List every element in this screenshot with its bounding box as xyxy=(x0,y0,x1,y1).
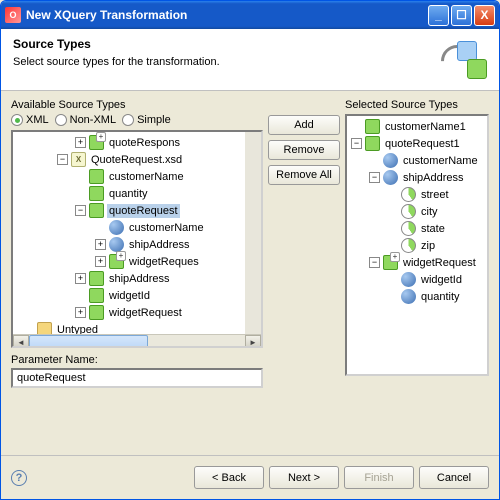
tree-node[interactable]: +quoteRespons xyxy=(13,134,245,151)
tree-node-selected[interactable]: −quoteRequest xyxy=(13,202,245,219)
radio-xml[interactable]: XML xyxy=(11,114,49,126)
cancel-button[interactable]: Cancel xyxy=(419,466,489,489)
tree-node[interactable]: customerName xyxy=(13,219,245,236)
tree-node[interactable]: +shipAddress xyxy=(13,236,245,253)
attribute-icon xyxy=(109,237,124,252)
window-title: New XQuery Transformation xyxy=(26,8,426,22)
tree-node[interactable]: customerName xyxy=(13,168,245,185)
tree-node[interactable]: street xyxy=(349,186,485,203)
tree-node[interactable]: +widgetReques xyxy=(13,253,245,270)
available-label: Available Source Types xyxy=(11,99,263,111)
element-plus-icon xyxy=(109,254,124,269)
tree-node[interactable]: quantity xyxy=(13,185,245,202)
field-icon xyxy=(401,204,416,219)
expand-icon[interactable]: + xyxy=(75,273,86,284)
source-type-radios: XML Non-XML Simple xyxy=(11,114,263,126)
collapse-icon[interactable]: − xyxy=(351,138,362,149)
expand-icon[interactable]: + xyxy=(95,239,106,250)
element-icon xyxy=(89,169,104,184)
xsd-file-icon xyxy=(71,152,86,167)
collapse-icon[interactable]: − xyxy=(369,257,380,268)
element-icon xyxy=(89,288,104,303)
element-icon xyxy=(89,271,104,286)
dialog-window: O New XQuery Transformation _ ☐ X Source… xyxy=(0,0,500,500)
radio-nonxml[interactable]: Non-XML xyxy=(55,114,116,126)
attribute-icon xyxy=(401,272,416,287)
radio-dot-icon xyxy=(55,114,67,126)
collapse-icon[interactable]: − xyxy=(369,172,380,183)
tree-node[interactable]: Untyped xyxy=(13,321,245,334)
element-icon xyxy=(365,136,380,151)
finish-button: Finish xyxy=(344,466,414,489)
expand-icon[interactable]: + xyxy=(75,307,86,318)
tree-node[interactable]: customerName1 xyxy=(349,118,485,135)
scroll-right-icon[interactable]: ► xyxy=(245,335,261,348)
element-plus-icon xyxy=(89,135,104,150)
banner-graphic xyxy=(429,29,499,90)
banner: Source Types Select source types for the… xyxy=(1,29,499,91)
element-plus-icon xyxy=(383,255,398,270)
parameter-name-input[interactable]: quoteRequest xyxy=(11,368,263,388)
element-icon xyxy=(89,203,104,218)
scrollbar-horizontal[interactable]: ◄ ► xyxy=(13,334,261,348)
help-icon[interactable]: ? xyxy=(11,470,27,486)
tree-node[interactable]: state xyxy=(349,220,485,237)
element-icon xyxy=(89,305,104,320)
titlebar: O New XQuery Transformation _ ☐ X xyxy=(1,1,499,29)
expand-icon[interactable]: + xyxy=(75,137,86,148)
tree-node[interactable]: −QuoteRequest.xsd xyxy=(13,151,245,168)
param-label: Parameter Name: xyxy=(11,354,263,366)
expand-icon[interactable]: + xyxy=(95,256,106,267)
tree-node[interactable]: widgetId xyxy=(13,287,245,304)
close-button[interactable]: X xyxy=(474,5,495,26)
tree-node[interactable]: widgetId xyxy=(349,271,485,288)
banner-sub: Select source types for the transformati… xyxy=(13,56,417,68)
tree-node[interactable]: customerName xyxy=(349,152,485,169)
tree-node[interactable]: +shipAddress xyxy=(13,270,245,287)
add-button[interactable]: Add xyxy=(268,115,340,135)
radio-dot-icon xyxy=(122,114,134,126)
radio-dot-icon xyxy=(11,114,23,126)
scrollbar-vertical[interactable] xyxy=(245,132,261,334)
tree-node[interactable]: −widgetRequest xyxy=(349,254,485,271)
radio-simple[interactable]: Simple xyxy=(122,114,171,126)
back-button[interactable]: < Back xyxy=(194,466,264,489)
tree-node[interactable]: zip xyxy=(349,237,485,254)
remove-button[interactable]: Remove xyxy=(268,140,340,160)
banner-heading: Source Types xyxy=(13,37,417,51)
tree-node[interactable]: −quoteRequest1 xyxy=(349,135,485,152)
field-icon xyxy=(401,187,416,202)
tree-node[interactable]: +widgetRequest xyxy=(13,304,245,321)
scroll-thumb[interactable] xyxy=(29,335,148,348)
minimize-button[interactable]: _ xyxy=(428,5,449,26)
attribute-icon xyxy=(401,289,416,304)
maximize-button[interactable]: ☐ xyxy=(451,5,472,26)
element-icon xyxy=(365,119,380,134)
element-icon xyxy=(89,186,104,201)
tree-node[interactable]: city xyxy=(349,203,485,220)
selected-label: Selected Source Types xyxy=(345,99,489,111)
attribute-icon xyxy=(383,170,398,185)
collapse-icon[interactable]: − xyxy=(75,205,86,216)
folder-icon xyxy=(37,322,52,334)
remove-all-button[interactable]: Remove All xyxy=(268,165,340,185)
next-button[interactable]: Next > xyxy=(269,466,339,489)
footer: ? < Back Next > Finish Cancel xyxy=(1,455,499,499)
collapse-icon[interactable]: − xyxy=(57,154,68,165)
tree-node[interactable]: quantity xyxy=(349,288,485,305)
field-icon xyxy=(401,238,416,253)
app-icon: O xyxy=(5,7,21,23)
attribute-icon xyxy=(383,153,398,168)
scroll-left-icon[interactable]: ◄ xyxy=(13,335,29,348)
available-tree[interactable]: +quoteRespons −QuoteRequest.xsd customer… xyxy=(11,130,263,348)
tree-node[interactable]: −shipAddress xyxy=(349,169,485,186)
field-icon xyxy=(401,221,416,236)
selected-tree[interactable]: customerName1 −quoteRequest1 customerNam… xyxy=(345,114,489,376)
attribute-icon xyxy=(109,220,124,235)
